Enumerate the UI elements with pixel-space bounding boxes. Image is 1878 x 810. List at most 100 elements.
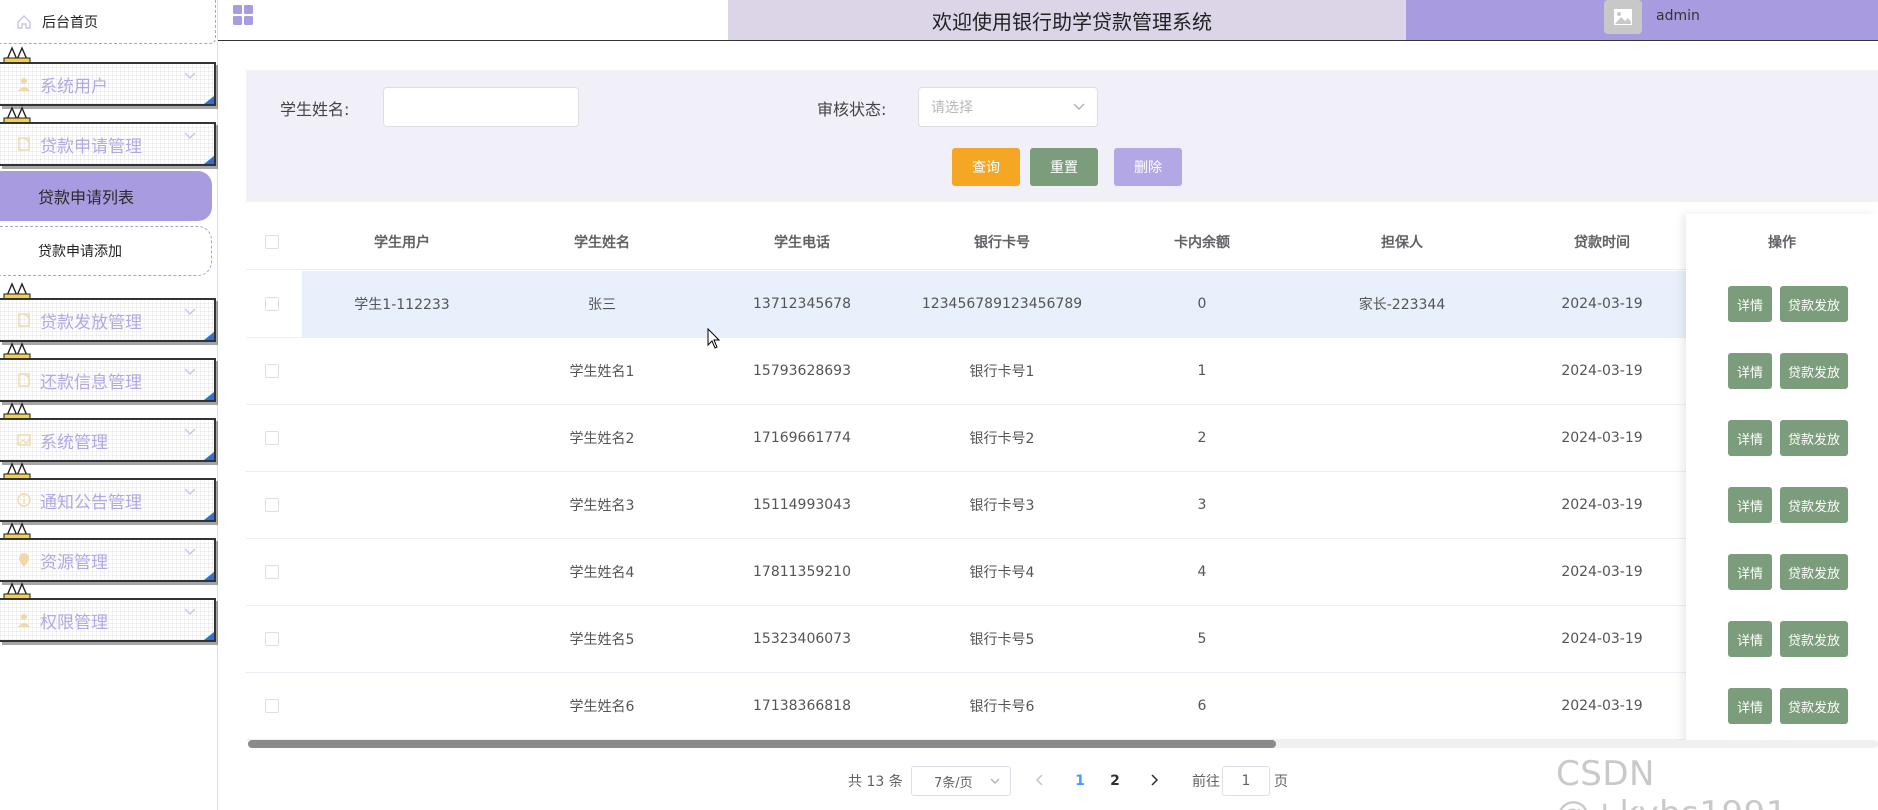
page-size-select[interactable]: 7条/页 — [911, 766, 1011, 796]
detail-button[interactable]: 详情 — [1728, 286, 1772, 322]
row-checkbox[interactable] — [265, 364, 279, 378]
location-icon — [18, 553, 30, 567]
table-cell-guarantor — [1302, 606, 1502, 672]
disburse-loan-button[interactable]: 贷款发放 — [1780, 286, 1848, 322]
mouse-cursor-icon — [707, 328, 721, 349]
review-status-select[interactable]: 请选择 — [918, 87, 1098, 127]
student-name-label: 学生姓名: — [280, 100, 350, 119]
page-number-current[interactable]: 1 — [1068, 766, 1092, 796]
table-cell-user: 学生1-112233 — [354, 297, 450, 313]
chevron-down-icon — [184, 428, 196, 435]
avatar[interactable] — [1604, 0, 1642, 34]
row-checkbox[interactable] — [265, 431, 279, 445]
table-cell-date: 2024-03-19 — [1561, 631, 1643, 647]
chevron-down-icon — [184, 308, 196, 315]
submenu-loan-application-add[interactable]: 贷款申请添加 — [0, 226, 212, 276]
sidebar-menu-item[interactable]: 还款信息管理 — [0, 358, 216, 402]
table-row[interactable]: 学生姓名2 17169661774 银行卡号2 2 2024-03-19 — [246, 405, 1878, 472]
table-cell-balance: 1 — [1197, 363, 1207, 379]
table-cell-phone: 17811359210 — [753, 564, 851, 580]
sidebar-home[interactable]: 后台首页 — [0, 0, 216, 44]
select-all-checkbox[interactable] — [265, 235, 279, 249]
row-checkbox[interactable] — [265, 565, 279, 579]
next-page-icon[interactable] — [1146, 772, 1162, 788]
chevron-down-icon — [184, 548, 196, 555]
table-cell-guarantor — [1302, 405, 1502, 471]
disburse-loan-button[interactable]: 贷款发放 — [1780, 420, 1848, 456]
grid-menu-icon[interactable] — [232, 4, 254, 26]
detail-button[interactable]: 详情 — [1728, 420, 1772, 456]
table-row[interactable]: 学生姓名1 15793628693 银行卡号1 1 2024-03-19 — [246, 338, 1878, 405]
corner-fold — [204, 572, 214, 580]
table-cell-name: 学生姓名1 — [569, 364, 635, 380]
sidebar-menu-label: 贷款发放管理 — [40, 312, 142, 333]
sidebar-menu-item[interactable]: 通知公告管理 — [0, 478, 216, 522]
table-row[interactable]: 学生姓名4 17811359210 银行卡号4 4 2024-03-19 — [246, 539, 1878, 606]
row-checkbox[interactable] — [265, 699, 279, 713]
table-cell-phone: 17138366818 — [753, 698, 851, 714]
delete-button[interactable]: 删除 — [1114, 148, 1182, 186]
detail-button[interactable]: 详情 — [1728, 621, 1772, 657]
row-checkbox[interactable] — [265, 297, 279, 311]
sidebar-menu-item[interactable]: 权限管理 — [0, 598, 216, 642]
table-cell-balance: 2 — [1197, 430, 1207, 446]
table-header: 学生用户 学生姓名 学生电话 银行卡号 卡内余额 担保人 贷款时间 — [246, 214, 1878, 270]
chevron-down-icon — [1073, 103, 1085, 110]
horizontal-scrollbar[interactable] — [248, 740, 1276, 748]
chevron-down-icon — [184, 132, 196, 139]
query-button[interactable]: 查询 — [952, 148, 1020, 186]
chevron-down-icon — [184, 368, 196, 375]
detail-button[interactable]: 详情 — [1728, 688, 1772, 724]
table-cell-phone: 15114993043 — [753, 497, 851, 513]
goto-page-input[interactable]: 1 — [1222, 766, 1270, 796]
table-row[interactable]: 学生1-112233 张三 13712345678 12345678912345678… — [246, 271, 1878, 338]
column-header: 银行卡号 — [974, 235, 1030, 251]
table-row[interactable]: 学生姓名6 17138366818 银行卡号6 6 2024-03-19 — [246, 673, 1878, 740]
image-icon — [17, 434, 31, 446]
disburse-loan-button[interactable]: 贷款发放 — [1780, 554, 1848, 590]
sidebar-menu-item[interactable]: 系统管理 — [0, 418, 216, 462]
info-icon — [17, 493, 31, 507]
table-cell-user — [302, 673, 502, 739]
table-cell-date: 2024-03-19 — [1561, 430, 1643, 446]
sidebar-menu-item[interactable]: 贷款发放管理 — [0, 298, 216, 342]
submenu-label: 贷款申请添加 — [38, 244, 122, 260]
table-cell-phone: 13712345678 — [753, 296, 851, 312]
chevron-down-icon — [184, 488, 196, 495]
row-checkbox[interactable] — [265, 498, 279, 512]
submenu-loan-application-list[interactable]: 贷款申请列表 — [0, 171, 212, 221]
disburse-loan-button[interactable]: 贷款发放 — [1780, 621, 1848, 657]
review-status-label: 审核状态: — [817, 100, 887, 119]
corner-fold — [204, 156, 214, 164]
sidebar-menu-item[interactable]: 贷款申请管理 — [0, 122, 216, 166]
page-number[interactable]: 2 — [1103, 766, 1127, 796]
table-cell-guarantor: 家长-223344 — [1358, 297, 1446, 313]
detail-button[interactable]: 详情 — [1728, 353, 1772, 389]
table-cell-date: 2024-03-19 — [1561, 497, 1643, 513]
corner-fold — [204, 332, 214, 340]
detail-button[interactable]: 详情 — [1728, 554, 1772, 590]
disburse-loan-button[interactable]: 贷款发放 — [1780, 487, 1848, 523]
student-name-input[interactable] — [383, 87, 579, 127]
table-cell-name: 学生姓名2 — [569, 431, 635, 447]
disburse-loan-button[interactable]: 贷款发放 — [1780, 353, 1848, 389]
image-placeholder-icon — [1614, 9, 1632, 25]
page: 后台首页 系统用户贷款申请管理 贷款发放管理还款信息管理 系统管理通知公告管理 资源管… — [0, 0, 1878, 810]
sidebar-menu-label: 贷款申请管理 — [40, 136, 142, 157]
goto-label: 前往 — [1192, 774, 1220, 790]
table-row[interactable]: 学生姓名3 15114993043 银行卡号3 3 2024-03-19 — [246, 472, 1878, 539]
sidebar-menu-item[interactable]: 系统用户 — [0, 62, 216, 106]
row-checkbox[interactable] — [265, 632, 279, 646]
corner-fold — [204, 452, 214, 460]
detail-button[interactable]: 详情 — [1728, 487, 1772, 523]
system-title: 欢迎使用银行助学贷款管理系统 — [728, 0, 1416, 40]
prev-page-icon[interactable] — [1032, 772, 1048, 788]
sidebar-menu-item[interactable]: 资源管理 — [0, 538, 216, 582]
table-cell-card: 银行卡号1 — [969, 364, 1035, 380]
reset-button[interactable]: 重置 — [1030, 148, 1098, 186]
sidebar-menu-label: 系统用户 — [40, 76, 108, 97]
document-icon — [18, 313, 30, 327]
table-row[interactable]: 学生姓名5 15323406073 银行卡号5 5 2024-03-19 — [246, 606, 1878, 673]
user-bar[interactable]: admin — [1406, 0, 1878, 40]
disburse-loan-button[interactable]: 贷款发放 — [1780, 688, 1848, 724]
